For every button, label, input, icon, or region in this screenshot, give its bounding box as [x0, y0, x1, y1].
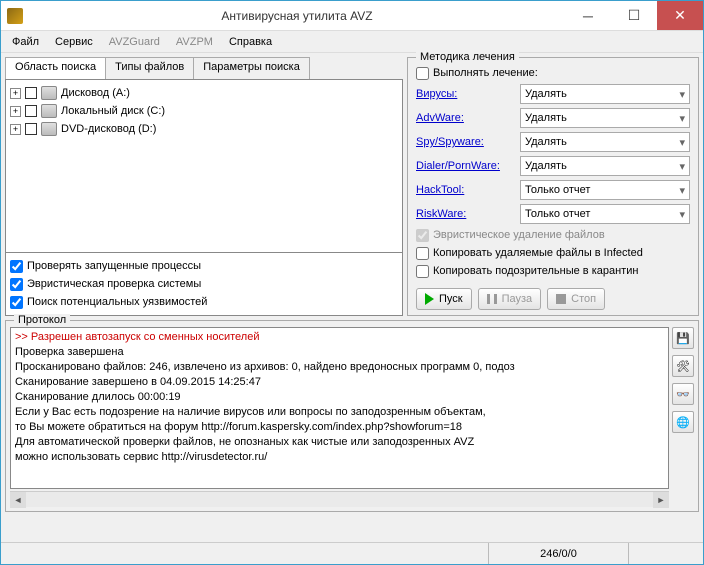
- check-vulnerabilities[interactable]: Поиск потенциальных уязвимостей: [10, 293, 398, 311]
- log-line: Если у Вас есть подозрение на наличие ви…: [15, 405, 664, 420]
- link-dialer[interactable]: Dialer/PornWare:: [416, 160, 516, 172]
- perform-treatment[interactable]: Выполнять лечение:: [416, 64, 690, 82]
- save-icon: 💾: [676, 332, 690, 345]
- tools-icon: 🛠: [676, 360, 690, 373]
- tree-item[interactable]: + Дисковод (A:): [10, 84, 398, 102]
- checkbox: [416, 229, 429, 242]
- menu-file[interactable]: Файл: [5, 34, 46, 50]
- web-button[interactable]: 🌐: [672, 411, 694, 433]
- app-icon: [7, 8, 23, 24]
- tab-scan-params[interactable]: Параметры поиска: [193, 57, 310, 79]
- window-title: Антивирусная утилита AVZ: [29, 9, 565, 23]
- glasses-icon: 👓: [676, 388, 690, 401]
- status-counter: 246/0/0: [488, 543, 628, 564]
- drive-checkbox[interactable]: [25, 87, 37, 99]
- log-line: можно использовать сервис http://virusde…: [15, 450, 664, 465]
- statusbar: 246/0/0: [1, 542, 703, 564]
- treatment-group: Методика лечения Выполнять лечение: Виру…: [407, 57, 699, 316]
- stop-button: Стоп: [547, 288, 605, 310]
- menu-service[interactable]: Сервис: [48, 34, 100, 50]
- drive-checkbox[interactable]: [25, 123, 37, 135]
- checkbox[interactable]: [10, 260, 23, 273]
- drive-checkbox[interactable]: [25, 105, 37, 117]
- scroll-right-icon[interactable]: ►: [653, 492, 669, 508]
- protocol-label: Протокол: [14, 314, 70, 326]
- drive-tree[interactable]: + Дисковод (A:) + Локальный диск (C:) + …: [5, 79, 403, 253]
- protocol-group: Протокол >> Разрешен автозапуск со сменн…: [5, 320, 699, 512]
- pause-button: Пауза: [478, 288, 542, 310]
- group-label: Методика лечения: [416, 51, 519, 63]
- tools-button[interactable]: 🛠: [672, 355, 694, 377]
- checkbox[interactable]: [10, 278, 23, 291]
- expand-icon[interactable]: +: [10, 88, 21, 99]
- drive-label: Дисковод (A:): [61, 87, 130, 99]
- select-hacktool[interactable]: Только отчет: [520, 180, 690, 200]
- glasses-button[interactable]: 👓: [672, 383, 694, 405]
- tab-file-types[interactable]: Типы файлов: [105, 57, 194, 79]
- link-riskware[interactable]: RiskWare:: [416, 208, 516, 220]
- check-copy-quarantine[interactable]: Копировать подозрительные в карантин: [416, 262, 690, 280]
- globe-icon: 🌐: [676, 416, 690, 429]
- menu-avzguard: AVZGuard: [102, 34, 167, 50]
- check-heuristic-delete: Эвристическое удаление файлов: [416, 226, 690, 244]
- tree-item[interactable]: + DVD-дисковод (D:): [10, 120, 398, 138]
- horizontal-scrollbar[interactable]: ◄ ►: [10, 491, 669, 507]
- check-copy-infected[interactable]: Копировать удаляемые файлы в Infected: [416, 244, 690, 262]
- drive-label: Локальный диск (C:): [61, 105, 165, 117]
- link-spyware[interactable]: Spy/Spyware:: [416, 136, 516, 148]
- tab-scan-area[interactable]: Область поиска: [5, 57, 106, 79]
- minimize-button[interactable]: ─: [565, 1, 611, 30]
- floppy-icon: [41, 86, 57, 100]
- expand-icon[interactable]: +: [10, 106, 21, 117]
- link-viruses[interactable]: Вирусы:: [416, 88, 516, 100]
- select-riskware[interactable]: Только отчет: [520, 204, 690, 224]
- menu-help[interactable]: Справка: [222, 34, 279, 50]
- stop-icon: [556, 294, 566, 304]
- pause-icon: [487, 294, 497, 304]
- scroll-left-icon[interactable]: ◄: [10, 492, 26, 508]
- titlebar: Антивирусная утилита AVZ ─ ☐ ✕: [1, 1, 703, 31]
- log-line: Сканирование длилось 00:00:19: [15, 390, 664, 405]
- checkbox[interactable]: [416, 247, 429, 260]
- log-line: Для автоматической проверки файлов, не о…: [15, 435, 664, 450]
- dvd-icon: [41, 122, 57, 136]
- tabs: Область поиска Типы файлов Параметры пои…: [5, 57, 403, 79]
- save-log-button[interactable]: 💾: [672, 327, 694, 349]
- play-icon: [425, 293, 434, 305]
- close-button[interactable]: ✕: [657, 1, 703, 30]
- select-spyware[interactable]: Удалять: [520, 132, 690, 152]
- select-viruses[interactable]: Удалять: [520, 84, 690, 104]
- checkbox[interactable]: [416, 265, 429, 278]
- log-line: Сканирование завершено в 04.09.2015 14:2…: [15, 375, 664, 390]
- log-line: Проверка завершена: [15, 345, 664, 360]
- tree-item[interactable]: + Локальный диск (C:): [10, 102, 398, 120]
- menu-avzpm: AVZPM: [169, 34, 220, 50]
- select-dialer[interactable]: Удалять: [520, 156, 690, 176]
- log-line: то Вы можете обратиться на форум http://…: [15, 420, 664, 435]
- check-heuristic[interactable]: Эвристическая проверка системы: [10, 275, 398, 293]
- expand-icon[interactable]: +: [10, 124, 21, 135]
- menubar: Файл Сервис AVZGuard AVZPM Справка: [1, 31, 703, 53]
- log-output[interactable]: >> Разрешен автозапуск со сменных носите…: [10, 327, 669, 489]
- checkbox[interactable]: [416, 67, 429, 80]
- checkbox[interactable]: [10, 296, 23, 309]
- scan-options: Проверять запущенные процессы Эвристичес…: [5, 253, 403, 316]
- select-advware[interactable]: Удалять: [520, 108, 690, 128]
- log-line: >> Разрешен автозапуск со сменных носите…: [15, 330, 664, 345]
- hdd-icon: [41, 104, 57, 118]
- maximize-button[interactable]: ☐: [611, 1, 657, 30]
- link-hacktool[interactable]: HackTool:: [416, 184, 516, 196]
- drive-label: DVD-дисковод (D:): [61, 123, 156, 135]
- log-line: Просканировано файлов: 246, извлечено из…: [15, 360, 664, 375]
- start-button[interactable]: Пуск: [416, 288, 472, 310]
- check-processes[interactable]: Проверять запущенные процессы: [10, 257, 398, 275]
- link-advware[interactable]: AdvWare:: [416, 112, 516, 124]
